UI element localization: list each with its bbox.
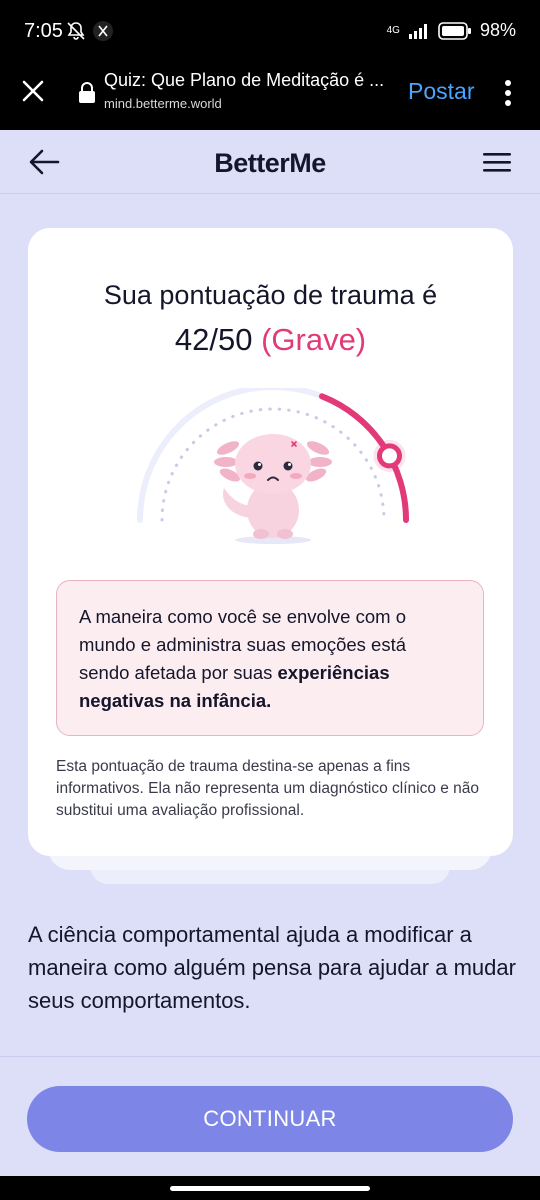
signal-icon <box>408 23 427 39</box>
status-time: 7:05 <box>24 20 63 42</box>
science-text: A ciência comportamental ajuda a modific… <box>28 922 516 1013</box>
axolotl-sad-icon <box>214 434 332 544</box>
result-card: Sua pontuação de trauma é 42/50 (Grave) <box>28 228 513 856</box>
betterme-logo: BetterMe <box>214 148 326 178</box>
close-icon[interactable] <box>20 78 46 104</box>
severity-label: (Grave) <box>261 322 367 357</box>
score-line: 42/50 (Grave) <box>28 322 513 358</box>
more-options-icon[interactable] <box>500 78 516 108</box>
browser-page-title: Quiz: Que Plano de Meditação é ... <box>104 70 385 90</box>
score-label: Sua pontuação de trauma é <box>103 280 438 310</box>
battery-level: 98% <box>479 20 516 40</box>
browser-url[interactable]: mind.betterme.world <box>104 96 222 111</box>
disclaimer-text: Esta pontuação de trauma destina-se apen… <box>56 758 480 819</box>
network-type: 4G <box>386 24 400 36</box>
trauma-gauge <box>137 388 409 544</box>
status-icons-left <box>66 20 114 42</box>
post-button[interactable]: Postar <box>408 78 474 105</box>
score-value: 42/50 <box>174 322 253 357</box>
system-nav-bar <box>0 1176 540 1200</box>
footer-divider <box>0 1056 540 1057</box>
lock-icon <box>79 82 95 103</box>
continue-button[interactable]: CONTINUAR <box>27 1086 513 1152</box>
browser-toolbar: Quiz: Que Plano de Meditação é ... mind.… <box>0 62 540 130</box>
bell-off-icon <box>67 22 85 40</box>
status-icons-right: 4G 98% <box>387 20 516 41</box>
app-header: BetterMe <box>0 130 540 194</box>
hamburger-menu-icon[interactable] <box>482 150 512 174</box>
gauge-knob <box>377 443 402 469</box>
status-bar: 7:05 4G 98% <box>0 0 540 62</box>
x-app-icon <box>93 21 113 41</box>
battery-icon <box>438 21 471 40</box>
home-gesture-handle[interactable] <box>170 1186 370 1191</box>
trauma-alert-box: A maneira como você se envolve com o mun… <box>56 580 484 736</box>
